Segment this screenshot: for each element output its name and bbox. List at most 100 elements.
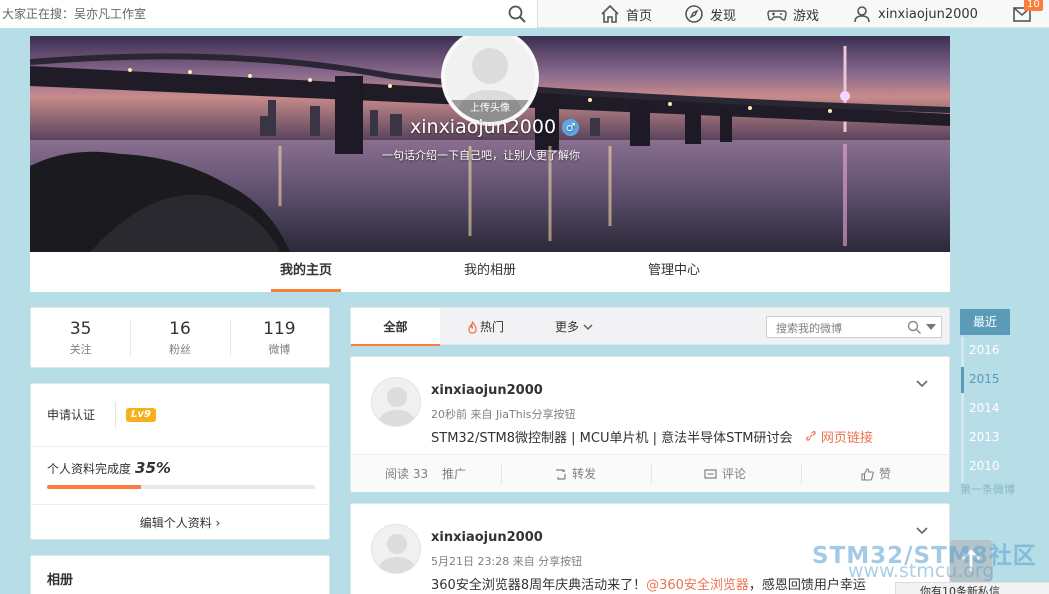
timeline-year[interactable]: 2014: [969, 401, 1000, 415]
search-placeholder: 大家正在搜：吴亦凡工作室: [2, 7, 147, 21]
divider: [31, 504, 329, 505]
album-title: 相册: [47, 573, 74, 588]
timeline-first-post[interactable]: 第一条微博: [960, 481, 1015, 497]
feed-post: xinxiaojun2000 20秒前 来自 JiaThis分享按钮 STM32…: [350, 356, 950, 492]
timeline-year[interactable]: 2016: [969, 343, 1000, 357]
repost-button[interactable]: 转发: [554, 455, 596, 493]
nav-games[interactable]: 游戏: [767, 0, 819, 28]
user-icon: [854, 6, 870, 23]
profile-cover: 上传头像 xinxiaojun2000 ♂ 一句话介绍一下自己吧，让别人更了解你: [30, 36, 950, 252]
promote-button[interactable]: 推广: [442, 455, 466, 493]
filter-hot-label: 热门: [480, 320, 505, 334]
nav-home-label: 首页: [626, 8, 653, 24]
read-count: 阅读 33: [385, 467, 429, 481]
album-card: 相册: [30, 555, 330, 594]
like-button[interactable]: 赞: [861, 455, 891, 493]
comment-button[interactable]: 评论: [704, 455, 746, 493]
male-gender-icon: ♂: [562, 118, 580, 136]
like-label: 赞: [879, 467, 892, 481]
post-author[interactable]: xinxiaojun2000: [431, 383, 543, 398]
stat-posts[interactable]: 119 微博: [229, 308, 329, 367]
post-text: STM32/STM8微控制器 | MCU单片机 | 意法半导体STM研讨会: [431, 431, 793, 446]
tab-my-home[interactable]: 我的主页: [271, 252, 341, 292]
profile-username: xinxiaojun2000 ♂: [410, 116, 580, 138]
profile-intro[interactable]: 一句话介绍一下自己吧，让别人更了解你: [382, 147, 580, 163]
nav-discover[interactable]: 发现: [684, 0, 736, 28]
tab-manage-center[interactable]: 管理中心: [639, 252, 709, 292]
post-mention[interactable]: @360安全浏览器: [646, 578, 749, 593]
gamepad-icon: [767, 10, 787, 21]
search-icon[interactable]: [907, 320, 922, 335]
feed-filter-bar: 全部 热门 更多 搜索我的微博: [350, 307, 950, 346]
profile-completion-bar: [47, 485, 315, 489]
link-icon: [805, 431, 816, 441]
filter-more-label: 更多: [555, 320, 580, 334]
post-web-link[interactable]: 网页链接: [805, 431, 873, 446]
chevron-down-icon: [583, 324, 593, 330]
divider: [651, 464, 652, 484]
profile-completion-value: 35%: [135, 459, 171, 477]
global-search-input[interactable]: 大家正在搜：吴亦凡工作室: [0, 0, 538, 28]
timeline-current-marker: [961, 367, 964, 393]
tab-my-album[interactable]: 我的相册: [455, 252, 525, 292]
apply-verify-link[interactable]: 申请认证: [47, 406, 95, 423]
thumbs-up-icon: [861, 467, 874, 481]
username-text: xinxiaojun2000: [410, 116, 557, 138]
feed-search-placeholder: 搜索我的微博: [776, 322, 842, 335]
edit-profile-link[interactable]: 编辑个人资料 ›: [31, 514, 329, 531]
post-actions: 阅读 33 推广 转发 评论 赞: [351, 454, 949, 492]
timeline-year[interactable]: 2013: [969, 430, 1000, 444]
divider: [31, 446, 329, 447]
nav-profile[interactable]: xinxiaojun2000: [852, 0, 978, 28]
stat-followers-num: 16: [169, 319, 191, 339]
timeline-recent[interactable]: 最近: [960, 309, 1010, 335]
filter-hot[interactable]: 热门: [467, 308, 504, 346]
top-nav-bar: 大家正在搜：吴亦凡工作室 首页 发现 游戏 xinxiaojun2000 10: [0, 0, 1049, 28]
profile-info-card: 申请认证 Lv9 个人资料完成度 35% 编辑个人资料 ›: [30, 383, 330, 540]
nav-discover-label: 发现: [710, 8, 737, 24]
divider: [501, 464, 502, 484]
caret-down-icon[interactable]: [926, 324, 936, 331]
profile-completion-fill: [47, 485, 141, 489]
nav-profile-label: xinxiaojun2000: [878, 6, 978, 22]
feed-search-input[interactable]: 搜索我的微博: [766, 316, 942, 338]
chevron-down-icon[interactable]: [915, 377, 929, 391]
profile-tabs: 我的主页 我的相册 管理中心: [30, 252, 950, 292]
default-avatar-icon: [378, 387, 416, 426]
post-author[interactable]: xinxiaojun2000: [431, 530, 543, 545]
avatar[interactable]: [371, 524, 421, 574]
profile-completion-label: 个人资料完成度: [47, 462, 132, 476]
stat-following-label: 关注: [69, 343, 92, 356]
home-icon: [601, 4, 619, 23]
filter-all[interactable]: 全部: [351, 308, 440, 346]
stat-posts-num: 119: [263, 319, 296, 339]
watermark-url: www.stmcu.org: [848, 560, 995, 582]
post-content: 360安全浏览器8周年庆典活动来了！@360安全浏览器，感恩回馈用户幸运: [431, 574, 866, 593]
stat-followers-label: 粉丝: [168, 343, 191, 356]
timeline-year[interactable]: 2015: [969, 372, 1000, 386]
default-avatar-icon: [378, 534, 416, 573]
post-web-link-label: 网页链接: [820, 431, 873, 446]
flame-icon: [468, 320, 477, 334]
upload-avatar[interactable]: 上传头像: [441, 36, 539, 126]
level-badge[interactable]: Lv9: [126, 408, 156, 422]
nav-home[interactable]: 首页: [600, 0, 652, 28]
comment-icon: [704, 468, 717, 479]
post-meta: 5月21日 23:28 来自 分享按钮: [431, 555, 583, 568]
repost-icon: [556, 468, 566, 480]
profile-stats: 35 关注 16 粉丝 119 微博: [30, 307, 330, 368]
post-content: STM32/STM8微控制器 | MCU单片机 | 意法半导体STM研讨会 网页…: [431, 427, 873, 446]
avatar[interactable]: [371, 377, 421, 427]
stat-following[interactable]: 35 关注: [31, 308, 130, 367]
post-meta: 20秒前 来自 JiaThis分享按钮: [431, 408, 576, 421]
search-icon[interactable]: [507, 4, 527, 24]
new-message-tip[interactable]: 你有10条新私信: [895, 582, 1049, 594]
repost-label: 转发: [572, 467, 597, 481]
nav-games-label: 游戏: [793, 8, 820, 24]
comment-label: 评论: [722, 467, 747, 481]
stat-followers[interactable]: 16 粉丝: [130, 308, 229, 367]
timeline-year[interactable]: 2010: [969, 459, 1000, 473]
post-text: 360安全浏览器8周年庆典活动来了！: [431, 578, 647, 593]
stat-posts-label: 微博: [268, 343, 291, 356]
filter-more[interactable]: 更多: [555, 308, 593, 346]
